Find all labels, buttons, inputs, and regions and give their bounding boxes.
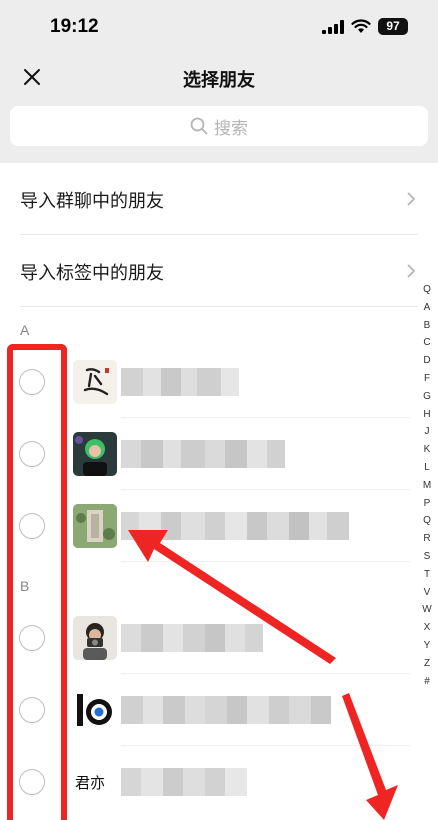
select-radio[interactable] — [19, 697, 45, 723]
index-letter-c[interactable]: C — [423, 334, 430, 352]
calligraphy-avatar — [73, 360, 117, 404]
page-title: 选择朋友 — [183, 70, 255, 90]
person-green-hair-avatar — [73, 432, 117, 476]
index-letter-r[interactable]: R — [423, 530, 430, 548]
contact-name-blurred — [121, 696, 331, 724]
divider — [20, 306, 418, 307]
contact-name-blurred — [121, 768, 247, 796]
status-icons: 97 — [322, 18, 408, 35]
list-item[interactable] — [0, 418, 410, 490]
list-item[interactable] — [0, 346, 410, 418]
status-bar: 19:12 97 — [0, 0, 438, 54]
section-header-b: B — [20, 578, 30, 594]
index-letter-y[interactable]: Y — [424, 637, 431, 655]
index-letter-q[interactable]: Q — [423, 512, 431, 530]
signal-icon — [322, 19, 344, 34]
search-placeholder: 搜索 — [214, 118, 248, 138]
list-item[interactable] — [0, 602, 410, 674]
battery-icon: 97 — [378, 18, 408, 35]
index-letter-v[interactable]: V — [424, 584, 431, 602]
index-letter-m[interactable]: M — [423, 477, 431, 495]
select-radio[interactable] — [19, 625, 45, 651]
chevron-right-icon — [407, 192, 416, 206]
index-letter-h[interactable]: H — [423, 406, 430, 424]
avatar-text: 君亦 — [75, 774, 106, 792]
logo-ring-avatar — [73, 688, 117, 732]
index-letter-w[interactable]: W — [422, 601, 431, 619]
select-radio[interactable] — [19, 441, 45, 467]
index-letter-d[interactable]: D — [423, 352, 430, 370]
text-logo-avatar: 君亦 — [73, 760, 117, 804]
import-label: 导入群聊中的朋友 — [20, 191, 164, 211]
header-area: 19:12 97 选择朋友 搜索 — [0, 0, 438, 163]
index-letter-b[interactable]: B — [424, 317, 431, 335]
list-item[interactable] — [0, 674, 410, 746]
index-letter-l[interactable]: L — [424, 459, 430, 477]
contact-name-blurred — [121, 624, 263, 652]
person-camera-avatar — [73, 616, 117, 660]
chevron-right-icon — [407, 264, 416, 278]
select-radio[interactable] — [19, 513, 45, 539]
search-icon — [190, 117, 208, 135]
list-item[interactable] — [0, 490, 410, 562]
index-letter-hash[interactable]: # — [424, 673, 430, 691]
wifi-icon — [351, 19, 371, 33]
import-from-tag[interactable]: 导入标签中的朋友 — [0, 235, 438, 307]
import-label: 导入标签中的朋友 — [20, 263, 164, 283]
select-radio[interactable] — [19, 369, 45, 395]
list-item[interactable]: 君亦 — [0, 746, 410, 818]
index-letter-g[interactable]: G — [423, 388, 431, 406]
index-letter-t[interactable]: T — [424, 566, 430, 584]
index-search-icon[interactable]: Q — [423, 281, 431, 299]
index-letter-s[interactable]: S — [424, 548, 431, 566]
alphabet-index[interactable]: Q A B C D F G H J K L M P Q R S T V W X Y Z # — [419, 281, 435, 690]
contact-name-blurred — [121, 368, 239, 396]
contact-name-blurred — [121, 440, 285, 468]
status-time: 19:12 — [50, 16, 99, 37]
import-from-group-chat[interactable]: 导入群聊中的朋友 — [0, 163, 438, 235]
index-letter-a[interactable]: A — [424, 299, 431, 317]
index-letter-z[interactable]: Z — [424, 655, 430, 673]
index-letter-k[interactable]: K — [424, 441, 431, 459]
divider — [121, 561, 410, 562]
section-header-a: A — [20, 322, 30, 338]
aerial-building-avatar — [73, 504, 117, 548]
select-radio[interactable] — [19, 769, 45, 795]
contact-name-blurred — [121, 512, 349, 540]
index-letter-x[interactable]: X — [424, 619, 431, 637]
index-letter-j[interactable]: J — [425, 423, 430, 441]
search-input[interactable]: 搜索 — [10, 106, 428, 146]
nav-bar: 选择朋友 — [0, 54, 438, 100]
index-letter-p[interactable]: P — [424, 495, 431, 513]
index-letter-f[interactable]: F — [424, 370, 430, 388]
